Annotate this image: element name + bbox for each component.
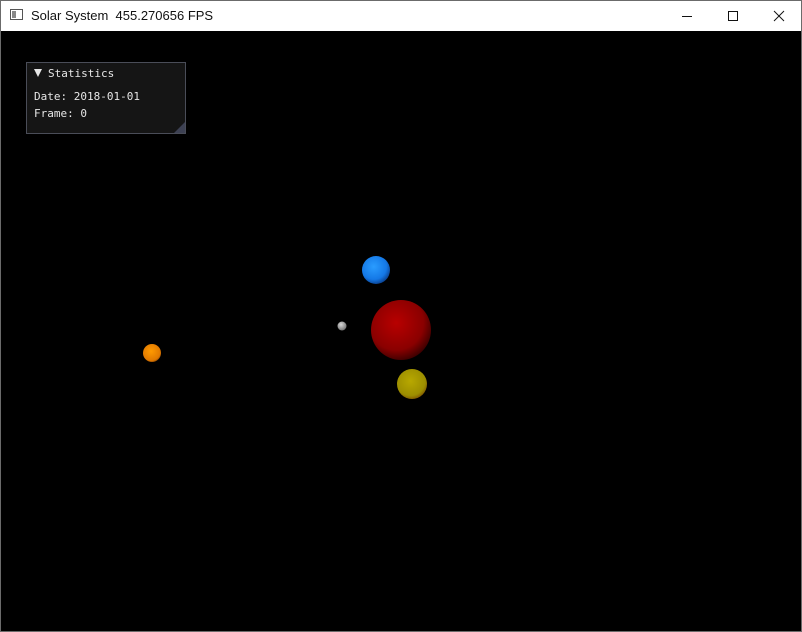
statistics-title: Statistics (48, 66, 115, 80)
frame-readout: Frame: 0 (34, 107, 87, 120)
close-icon (773, 10, 785, 22)
orange-planet (143, 344, 161, 362)
render-viewport[interactable]: Statistics Date: 2018-01-01 Frame: 0 (1, 31, 801, 631)
title-bar[interactable]: Solar System 455.270656 FPS (1, 1, 801, 31)
gray-planet (337, 321, 347, 331)
statistics-header[interactable]: Statistics (34, 66, 114, 80)
app-window: Solar System 455.270656 FPS Statistics D… (0, 0, 802, 632)
minimize-button[interactable] (664, 1, 710, 31)
maximize-button[interactable] (710, 1, 756, 31)
maximize-icon (728, 11, 738, 21)
close-button[interactable] (756, 1, 801, 31)
blue-planet (362, 256, 390, 284)
date-readout: Date: 2018-01-01 (34, 90, 140, 103)
minimize-icon (682, 16, 692, 17)
yellow-planet (397, 369, 427, 399)
statistics-panel[interactable]: Statistics Date: 2018-01-01 Frame: 0 (26, 62, 186, 134)
app-icon (10, 9, 23, 20)
resize-grip[interactable] (174, 122, 185, 133)
window-title: Solar System 455.270656 FPS (31, 8, 214, 23)
sun-sphere (371, 300, 431, 360)
collapse-triangle-icon[interactable] (34, 69, 42, 77)
